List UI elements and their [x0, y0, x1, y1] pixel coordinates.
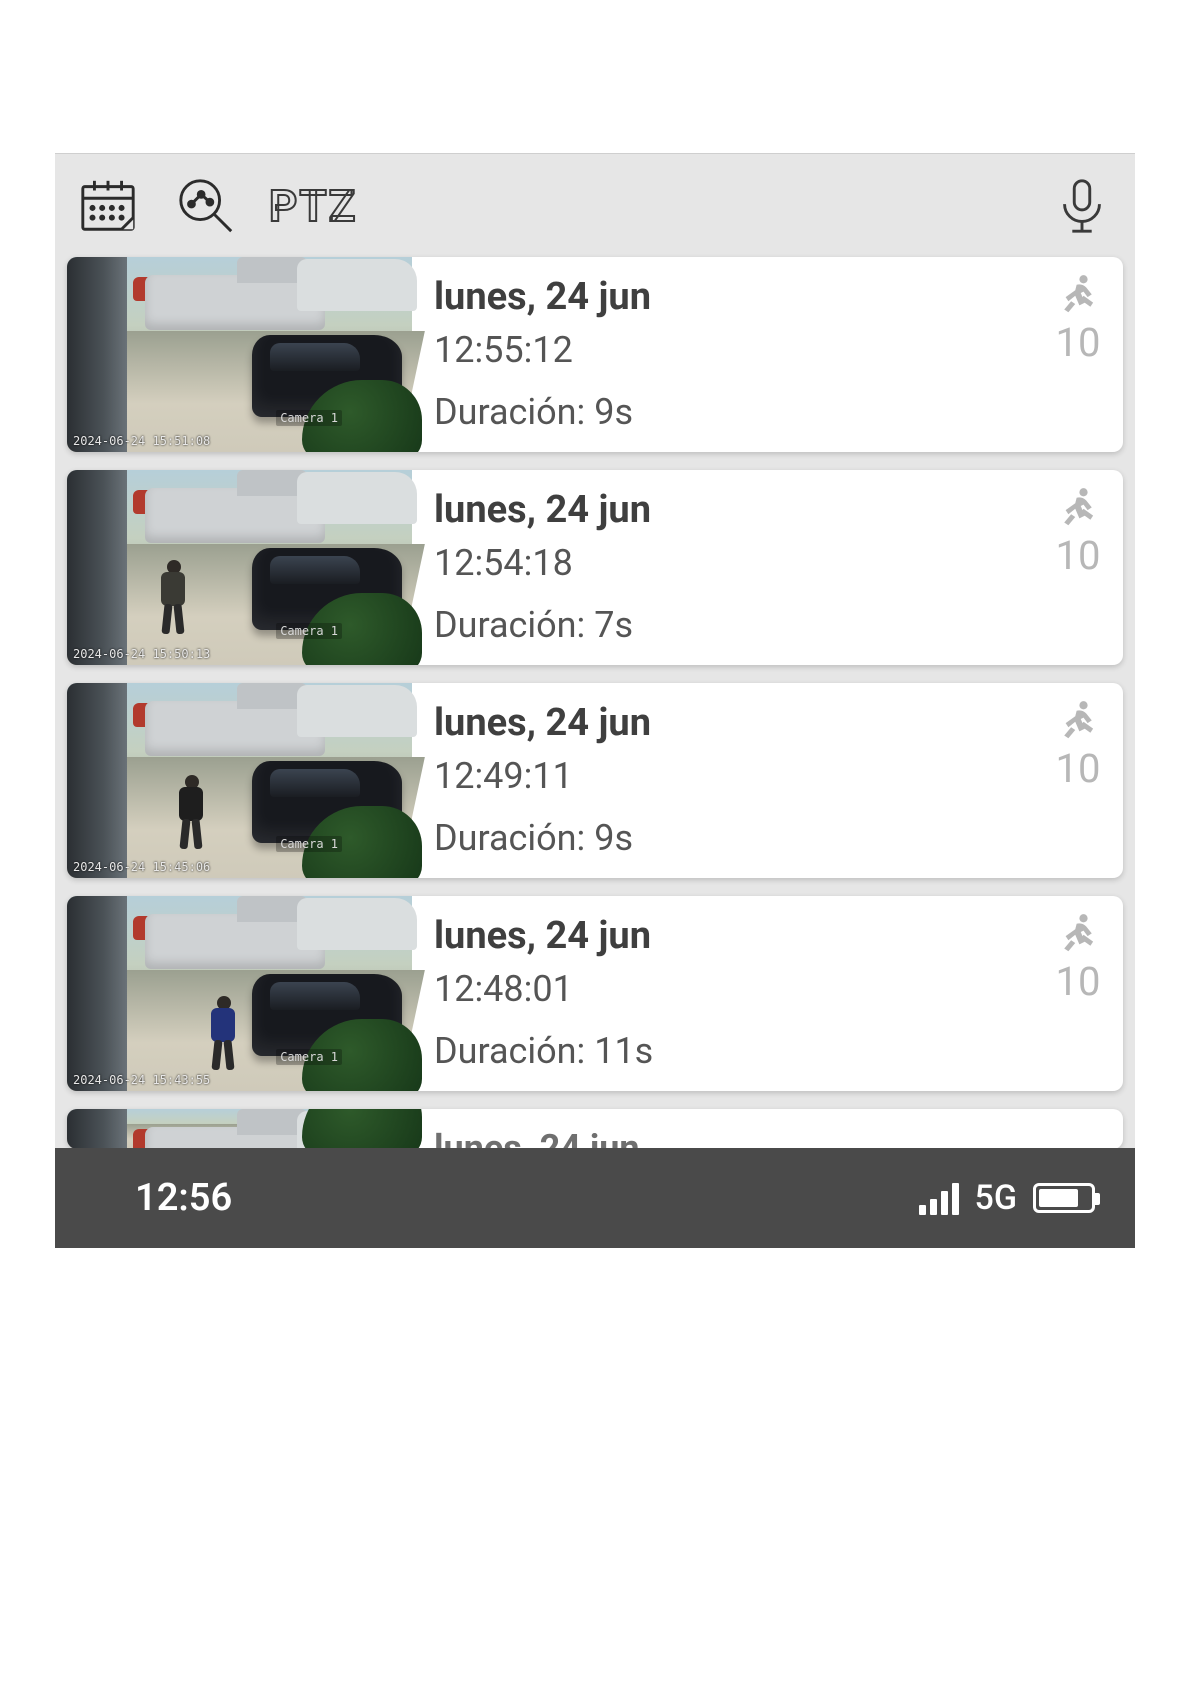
- thumbnail-camera-label: Camera 1: [276, 410, 342, 426]
- event-thumbnail[interactable]: 2024-06-24 15:51:08 Camera 1: [67, 257, 412, 452]
- microphone-icon[interactable]: [1047, 171, 1117, 241]
- thumbnail-timestamp: 2024-06-24 15:50:13: [73, 647, 210, 661]
- event-count: 10: [1056, 958, 1101, 1005]
- event-date: lunes, 24 jun: [434, 914, 1013, 958]
- status-bar: 12:56 5G: [55, 1148, 1135, 1248]
- status-clock: 12:56: [135, 1176, 232, 1220]
- thumbnail-timestamp: 2024-06-24 15:51:08: [73, 434, 210, 448]
- event-date: lunes, 24 jun: [434, 701, 1013, 745]
- event-thumbnail[interactable]: [67, 1109, 412, 1149]
- thumbnail-camera-label: Camera 1: [276, 623, 342, 639]
- event-card[interactable]: 2024-06-24 15:45:06 Camera 1 lunes, 24 jun…: [67, 683, 1123, 878]
- event-info: lunes, 24 jun 12:55:12 Duración: 9s: [412, 257, 1033, 452]
- event-time: 12:54:18: [434, 542, 1013, 584]
- event-info: lunes, 24 jun 12:48:01 Duración: 11s: [412, 896, 1033, 1091]
- running-person-icon: [1056, 271, 1100, 315]
- running-person-icon: [1056, 697, 1100, 741]
- event-time: 12:55:12: [434, 329, 1013, 371]
- running-person-icon: [1056, 484, 1100, 528]
- running-person-icon: [1056, 910, 1100, 954]
- calendar-icon[interactable]: [73, 171, 143, 241]
- thumbnail-camera-label: Camera 1: [276, 836, 342, 852]
- event-meta: 10: [1033, 470, 1123, 665]
- event-info: lunes, 24 jun 12:49:11 Duración: 9s: [412, 683, 1033, 878]
- event-meta: 10: [1033, 683, 1123, 878]
- analytics-search-icon[interactable]: [171, 171, 241, 241]
- event-date: lunes, 24 jun: [434, 488, 1013, 532]
- thumbnail-timestamp: 2024-06-24 15:43:55: [73, 1073, 210, 1087]
- event-count: 10: [1056, 319, 1101, 366]
- thumbnail-camera-label: Camera 1: [276, 1049, 342, 1065]
- event-duration: Duración: 7s: [434, 604, 1013, 646]
- event-time: 12:49:11: [434, 755, 1013, 797]
- event-duration: Duración: 9s: [434, 391, 1013, 433]
- event-duration: Duración: 11s: [434, 1030, 1013, 1072]
- event-thumbnail[interactable]: 2024-06-24 15:43:55 Camera 1: [67, 896, 412, 1091]
- event-info: lunes, 24 jun: [412, 1109, 1123, 1149]
- event-thumbnail[interactable]: 2024-06-24 15:45:06 Camera 1: [67, 683, 412, 878]
- event-card[interactable]: 2024-06-24 15:51:08 Camera 1 lunes, 24 jun…: [67, 257, 1123, 452]
- ptz-button[interactable]: PTZ: [269, 180, 357, 232]
- network-label: 5G: [975, 1178, 1017, 1218]
- app-frame: PTZ 2024-06-24 15:51:08 Camera 1 lunes, 24…: [55, 153, 1135, 1248]
- event-time: 12:48:01: [434, 968, 1013, 1010]
- event-list[interactable]: 2024-06-24 15:51:08 Camera 1 lunes, 24 jun…: [55, 257, 1135, 1149]
- event-info: lunes, 24 jun 12:54:18 Duración: 7s: [412, 470, 1033, 665]
- event-meta: 10: [1033, 896, 1123, 1091]
- event-date: lunes, 24 jun: [434, 1127, 1103, 1149]
- event-meta: 10: [1033, 257, 1123, 452]
- battery-icon: [1033, 1183, 1095, 1213]
- event-card[interactable]: 2024-06-24 15:50:13 Camera 1 lunes, 24 jun…: [67, 470, 1123, 665]
- event-thumbnail[interactable]: 2024-06-24 15:50:13 Camera 1: [67, 470, 412, 665]
- event-duration: Duración: 9s: [434, 817, 1013, 859]
- signal-icon: [919, 1181, 959, 1215]
- event-count: 10: [1056, 745, 1101, 792]
- thumbnail-timestamp: 2024-06-24 15:45:06: [73, 860, 210, 874]
- event-count: 10: [1056, 532, 1101, 579]
- event-date: lunes, 24 jun: [434, 275, 1013, 319]
- event-card[interactable]: 2024-06-24 15:43:55 Camera 1 lunes, 24 jun…: [67, 896, 1123, 1091]
- toolbar: PTZ: [55, 154, 1135, 257]
- event-card[interactable]: lunes, 24 jun: [67, 1109, 1123, 1149]
